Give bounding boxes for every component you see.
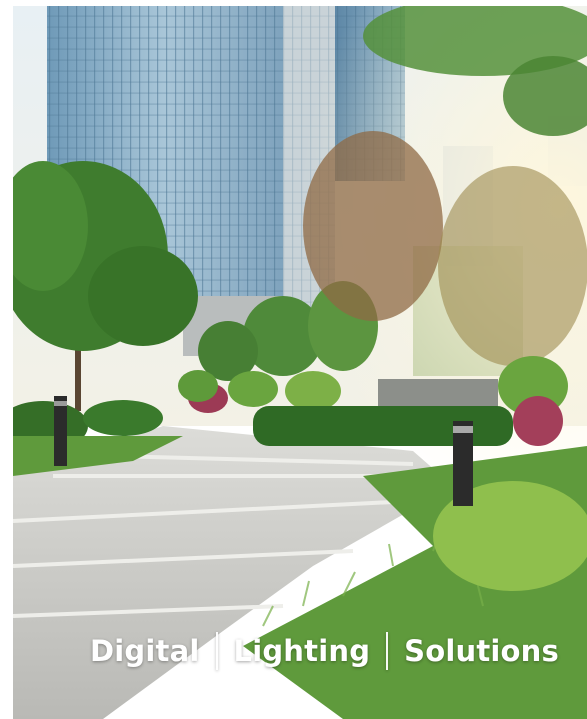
caption: Digital Lighting Solutions [13,628,587,674]
park-office-photo: Digital Lighting Solutions [13,6,587,719]
bollard-lamp-left [54,396,67,466]
caption-word-solutions: Solutions [404,634,559,668]
caption-separator [386,632,389,670]
caption-word-digital: Digital [90,634,200,668]
photo-illustration [13,6,587,719]
page: Digital Lighting Solutions [0,0,587,719]
caption-separator [215,632,218,670]
caption-word-lighting: Lighting [233,634,371,668]
bollard-lamp-right [453,421,473,506]
